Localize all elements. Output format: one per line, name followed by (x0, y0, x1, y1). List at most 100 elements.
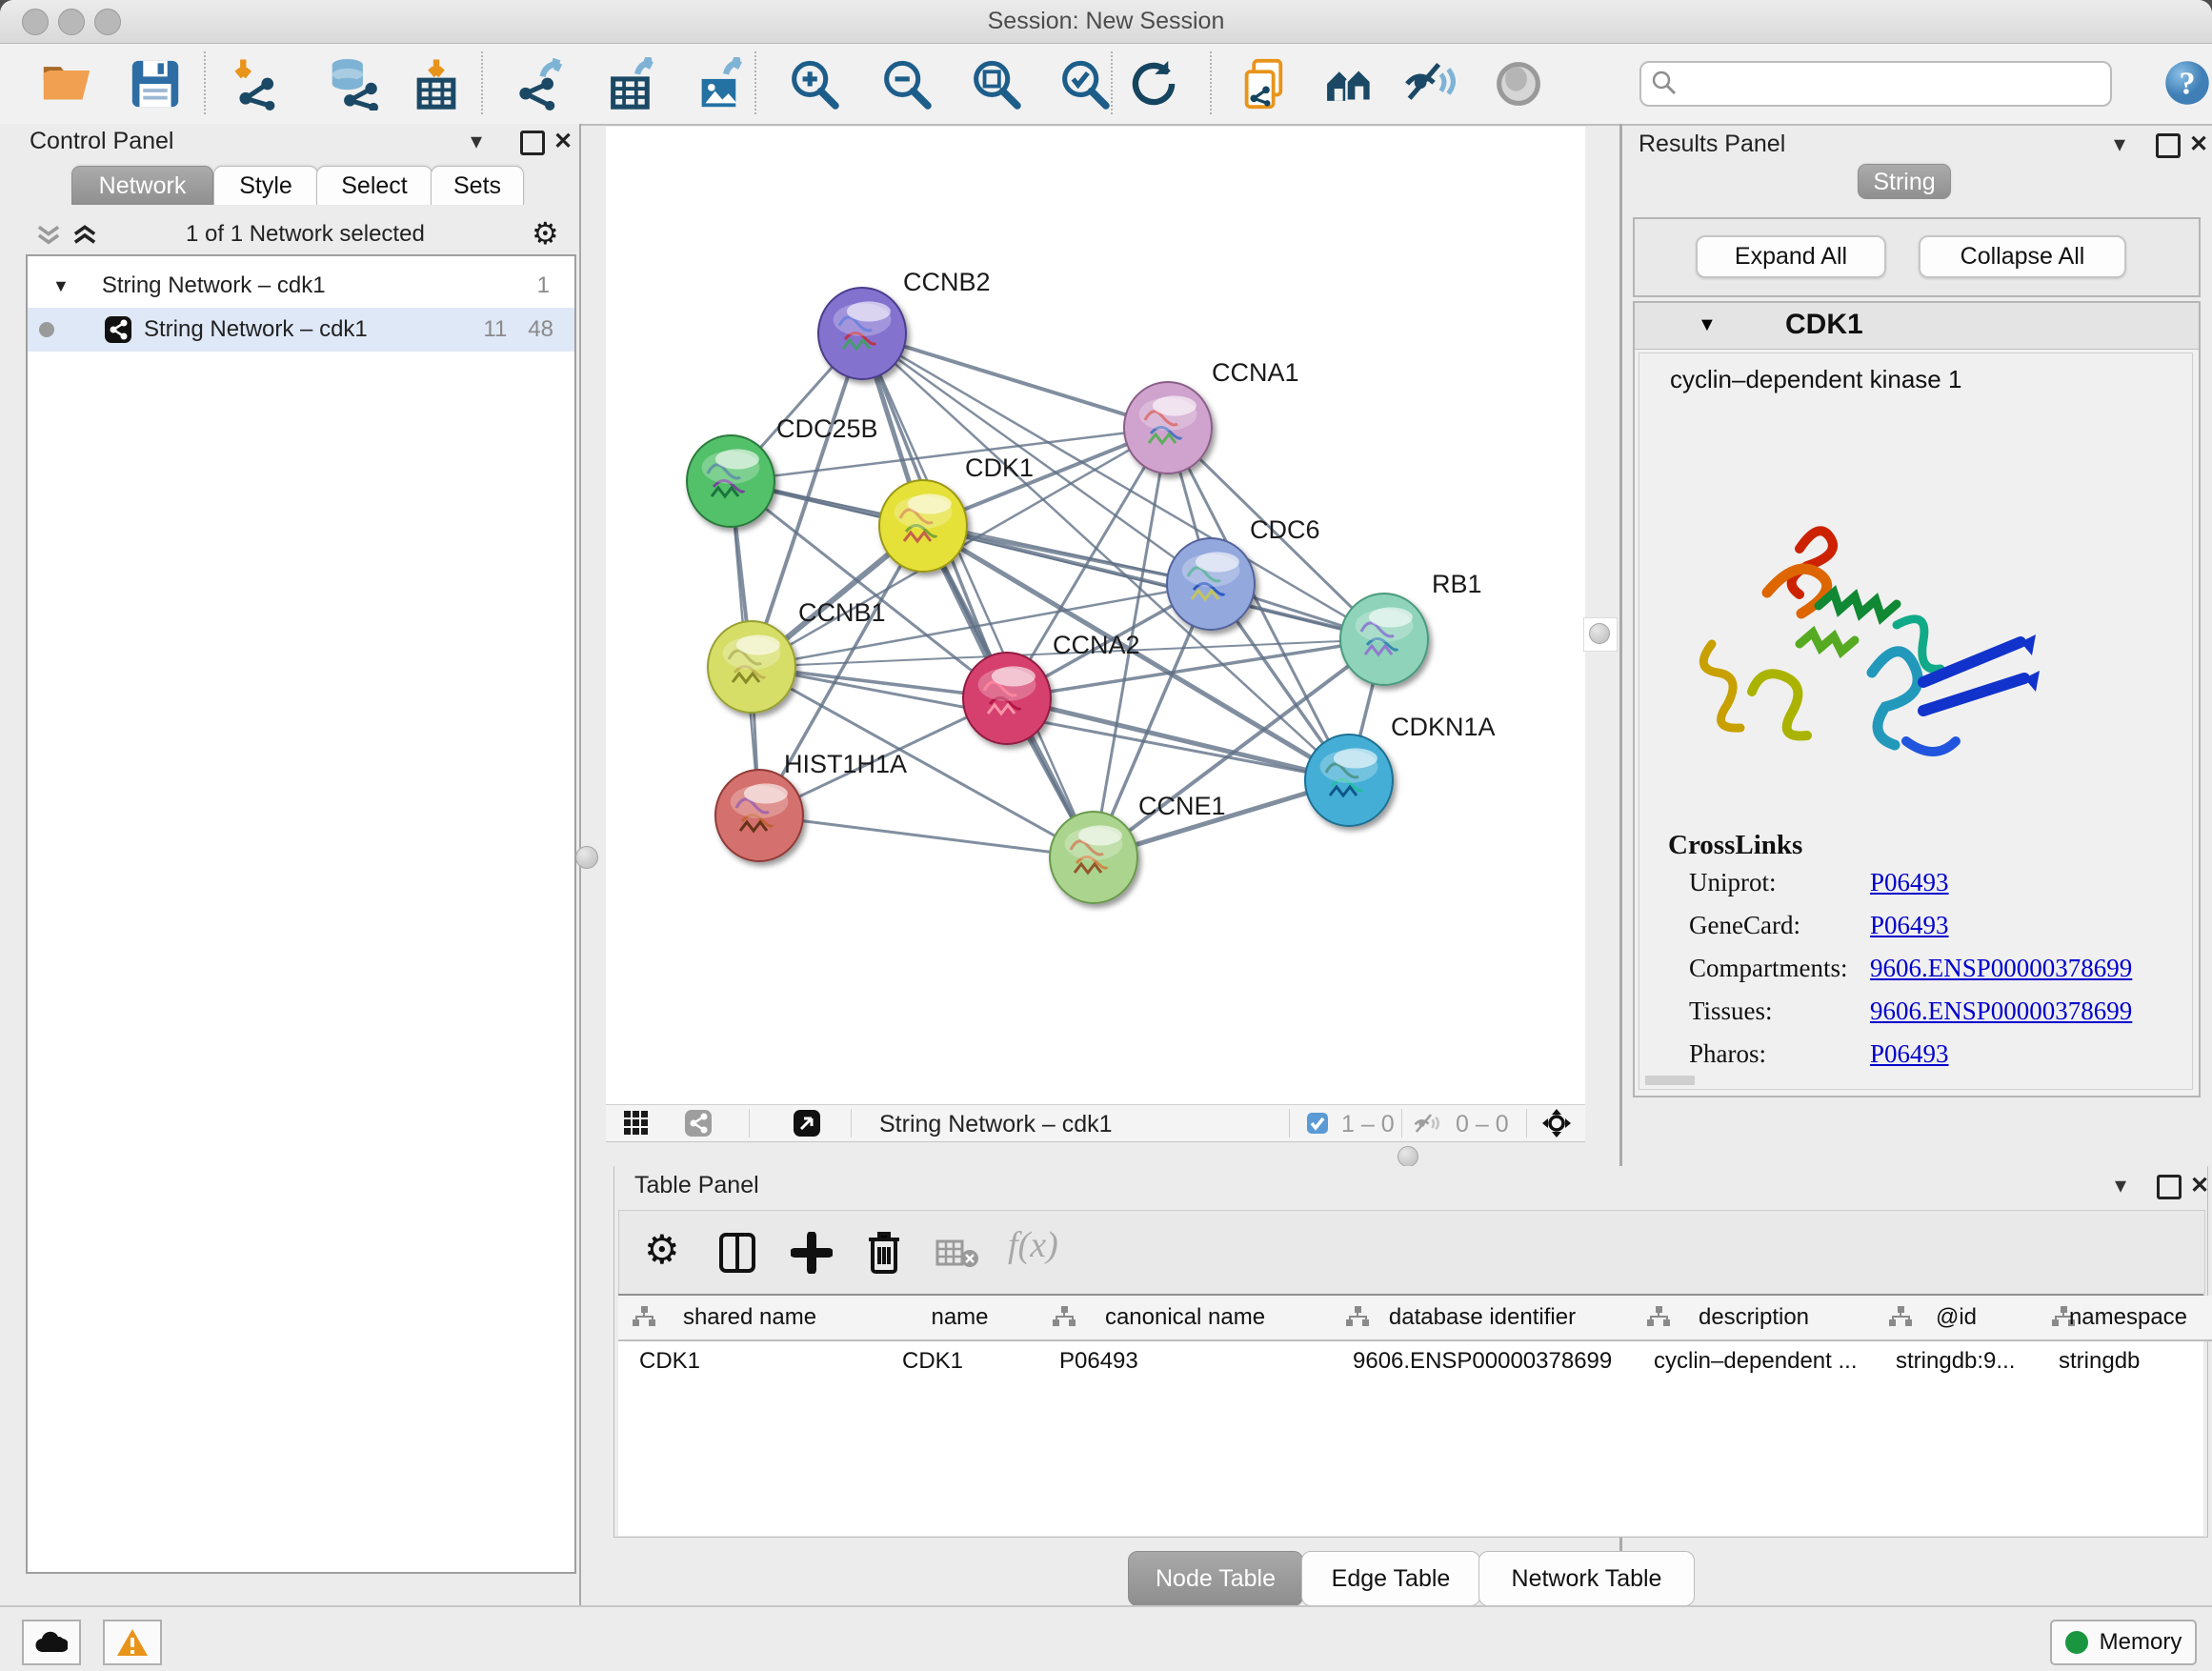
cell-canonical-name[interactable]: P06493 (1038, 1339, 1332, 1381)
node-CCNE1[interactable] (1050, 812, 1137, 903)
column-header-database-identifier[interactable]: database identifier (1332, 1296, 1634, 1341)
add-column-icon[interactable] (791, 1232, 833, 1274)
network-row-selected[interactable]: String Network – cdk1 11 48 (28, 308, 574, 352)
first-neighbors-icon[interactable] (1322, 57, 1376, 111)
hide-selected-icon[interactable] (1402, 57, 1456, 111)
node-CDC6[interactable] (1167, 538, 1255, 630)
tab-style[interactable]: Style (213, 166, 318, 205)
crosslink-row: Tissues:9606.ENSP00000378699 (1689, 997, 2175, 1026)
edge-CCNB2-CCNE1[interactable] (862, 333, 1094, 857)
export-table-icon[interactable] (606, 57, 659, 111)
network-list-gear-icon[interactable]: ⚙ (532, 215, 559, 252)
node-CCNB1[interactable] (708, 621, 795, 713)
card-scrollbar-stub[interactable] (1645, 1076, 1695, 1085)
column-header-namespace[interactable]: namespace (2038, 1296, 2212, 1341)
node-CDC25B[interactable] (687, 435, 774, 527)
column-header--id[interactable]: @id (1875, 1296, 2039, 1341)
selected-nodes-checkbox[interactable] (1306, 1112, 1329, 1135)
cell-database-identifier[interactable]: 9606.ENSP00000378699 (1332, 1339, 1633, 1381)
expand-all-icon[interactable] (70, 223, 99, 248)
cell-description[interactable]: cyclin–dependent ... (1633, 1339, 1875, 1381)
table-panel-float-button[interactable] (2157, 1175, 2182, 1199)
tab-network-table[interactable]: Network Table (1478, 1551, 1695, 1606)
search-input[interactable] (1689, 65, 2093, 101)
cell-shared-name[interactable]: CDK1 (618, 1339, 881, 1381)
tab-node-table[interactable]: Node Table (1128, 1551, 1303, 1606)
network-canvas[interactable]: CCNB2CCNA1CDC25BCDK1CDC6RB1CCNB1CCNA2CDK… (606, 127, 1585, 1104)
node-CDK1[interactable] (879, 480, 967, 572)
zoom-selected-icon[interactable] (1057, 57, 1111, 111)
import-network-database-icon[interactable] (324, 57, 383, 111)
results-panel-close-button[interactable]: ✕ (2189, 131, 2208, 158)
left-splitter-handle[interactable] (575, 846, 598, 869)
right-splitter-handle[interactable] (1589, 623, 1610, 644)
table-panel-float-menu[interactable]: ▾ (2115, 1172, 2126, 1199)
results-panel-float-button[interactable] (2156, 133, 2181, 158)
cloud-button[interactable] (22, 1620, 81, 1665)
show-columns-icon[interactable] (718, 1232, 756, 1274)
crosslink-link[interactable]: P06493 (1870, 868, 1949, 897)
open-session-icon[interactable] (40, 57, 93, 111)
node-HIST1H1A[interactable] (715, 770, 803, 861)
cell-name[interactable]: CDK1 (881, 1339, 1038, 1381)
zoom-fit-icon[interactable] (969, 57, 1022, 111)
table-gear-icon[interactable]: ⚙ (644, 1226, 680, 1273)
memory-button[interactable]: Memory (2050, 1620, 2197, 1665)
table-panel-close-button[interactable]: ✕ (2190, 1172, 2209, 1199)
tab-string[interactable]: String (1858, 164, 1951, 199)
collection-expand-arrow[interactable]: ▼ (52, 276, 70, 296)
warning-button[interactable] (103, 1620, 162, 1665)
fit-selected-icon[interactable] (1541, 1108, 1572, 1138)
node-label-CDKN1A: CDKN1A (1391, 713, 1496, 741)
collapse-all-button[interactable]: Collapse All (1919, 235, 2126, 278)
string-tab-icon[interactable] (684, 1109, 713, 1137)
horizontal-splitter-handle[interactable] (1398, 1146, 1418, 1167)
show-hidden-icon[interactable] (1492, 57, 1545, 111)
network-view[interactable]: CCNB2CCNA1CDC25BCDK1CDC6RB1CCNB1CCNA2CDK… (606, 127, 1585, 1104)
node-CDKN1A[interactable] (1305, 735, 1393, 826)
edge-CCNA2-CDKN1A[interactable] (1007, 698, 1349, 780)
crosslink-link[interactable]: P06493 (1870, 911, 1949, 940)
node-CCNA2[interactable] (963, 653, 1051, 744)
refresh-layout-icon[interactable] (1127, 57, 1180, 111)
protein-card-header[interactable]: ▼ CDK1 (1635, 303, 2199, 350)
export-image-icon[interactable] (694, 57, 748, 111)
column-header-name[interactable]: name (881, 1296, 1039, 1341)
tab-edge-table[interactable]: Edge Table (1301, 1551, 1480, 1606)
node-RB1[interactable] (1340, 594, 1428, 685)
import-table-icon[interactable] (410, 57, 463, 111)
collapse-arrow-icon[interactable]: ▼ (1698, 314, 1717, 336)
node-CCNB2[interactable] (818, 288, 906, 379)
zoom-out-icon[interactable] (879, 57, 933, 111)
tab-network[interactable]: Network (71, 166, 213, 205)
crosslink-link[interactable]: 9606.ENSP00000378699 (1870, 954, 2132, 983)
column-header-shared-name[interactable]: shared name (618, 1296, 882, 1341)
help-icon[interactable]: ? (2163, 59, 2211, 107)
control-panel-float-button[interactable] (520, 131, 545, 155)
edge-HIST1H1A-CCNE1[interactable] (759, 815, 1094, 857)
control-panel-close-button[interactable]: ✕ (553, 128, 573, 155)
expand-all-button[interactable]: Expand All (1696, 235, 1886, 278)
save-session-icon[interactable] (129, 57, 182, 111)
collapse-all-icon[interactable] (34, 223, 63, 248)
node-CCNA1[interactable] (1124, 382, 1212, 473)
cell--id[interactable]: stringdb:9... (1875, 1339, 2038, 1381)
crosslink-link[interactable]: 9606.ENSP00000378699 (1870, 997, 2132, 1026)
import-network-file-icon[interactable] (229, 57, 282, 111)
cell-namespace[interactable]: stringdb (2038, 1339, 2212, 1381)
column-header-canonical-name[interactable]: canonical name (1038, 1296, 1333, 1341)
network-popout-icon[interactable] (793, 1109, 821, 1137)
control-panel-float-menu[interactable]: ▾ (471, 128, 482, 155)
edge-CCNB2-CCNA1[interactable] (862, 333, 1168, 428)
copy-network-icon[interactable] (1239, 57, 1293, 111)
zoom-in-icon[interactable] (787, 57, 840, 111)
network-collection-row[interactable]: ▼ String Network – cdk1 1 (28, 264, 574, 308)
tab-sets[interactable]: Sets (431, 166, 524, 205)
results-panel-float-menu[interactable]: ▾ (2114, 131, 2125, 158)
crosslink-link[interactable]: P06493 (1870, 1039, 1949, 1069)
column-header-description[interactable]: description (1633, 1296, 1876, 1341)
tab-select[interactable]: Select (316, 166, 432, 205)
delete-column-icon[interactable] (865, 1230, 903, 1276)
birds-eye-view-icon[interactable] (623, 1110, 650, 1137)
export-network-icon[interactable] (513, 57, 567, 111)
